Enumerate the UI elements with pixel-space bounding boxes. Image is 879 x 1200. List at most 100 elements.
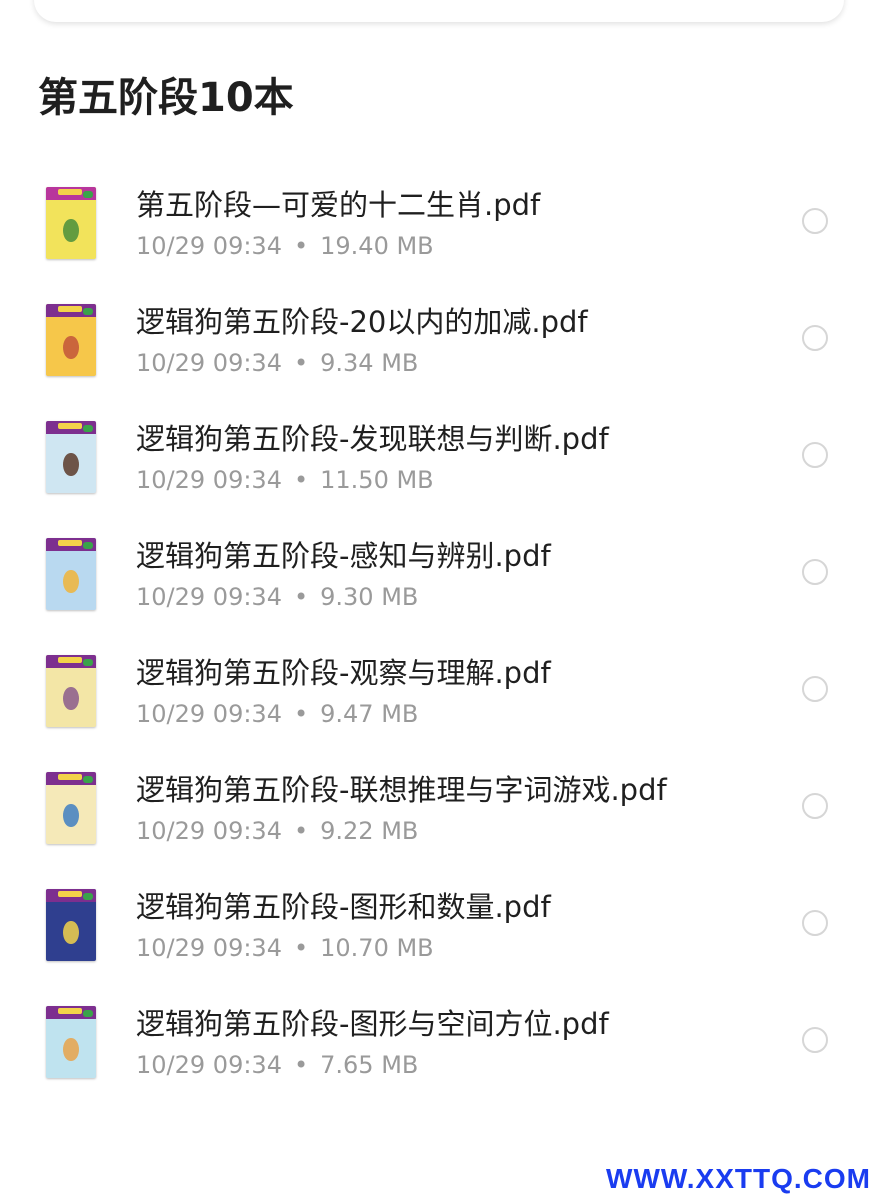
- pdf-thumbnail-icon: [46, 421, 96, 493]
- cover-logo: [58, 774, 82, 780]
- cover-art: [52, 324, 90, 370]
- file-size: 11.50 MB: [320, 466, 434, 494]
- cover-badge: [83, 308, 93, 315]
- file-date: 10/29 09:34: [136, 934, 282, 962]
- cover-art-figure: [63, 452, 79, 476]
- section-title: 第五阶段10本: [38, 75, 294, 121]
- file-row[interactable]: 逻辑狗第五阶段-发现联想与判断.pdf 10/29 09:34 • 11.50 MB: [0, 399, 879, 516]
- file-meta: 10/29 09:34 • 10.70 MB: [136, 931, 434, 965]
- meta-separator: •: [293, 349, 309, 377]
- cover-art: [52, 207, 90, 253]
- file-size: 7.65 MB: [320, 1051, 419, 1079]
- file-meta: 10/29 09:34 • 9.47 MB: [136, 697, 418, 731]
- file-date: 10/29 09:34: [136, 817, 282, 845]
- cover-art: [52, 675, 90, 721]
- cover-logo: [58, 306, 82, 312]
- file-meta: 10/29 09:34 • 9.34 MB: [136, 346, 418, 380]
- cover-badge: [83, 659, 93, 666]
- meta-separator: •: [293, 583, 309, 611]
- file-date: 10/29 09:34: [136, 1051, 282, 1079]
- pdf-thumbnail-icon: [46, 538, 96, 610]
- file-list: 第五阶段—可爱的十二生肖.pdf 10/29 09:34 • 19.40 MB 逻辑…: [0, 165, 879, 1101]
- select-radio[interactable]: [802, 1027, 828, 1053]
- file-row[interactable]: 逻辑狗第五阶段-20以内的加减.pdf 10/29 09:34 • 9.34 MB: [0, 282, 879, 399]
- cover-badge: [83, 776, 93, 783]
- file-row[interactable]: 第五阶段—可爱的十二生肖.pdf 10/29 09:34 • 19.40 MB: [0, 165, 879, 282]
- cover-art: [52, 1026, 90, 1072]
- cover-art-figure: [63, 569, 79, 593]
- select-radio[interactable]: [802, 208, 828, 234]
- pdf-thumbnail-icon: [46, 889, 96, 961]
- file-date: 10/29 09:34: [136, 583, 282, 611]
- file-date: 10/29 09:34: [136, 466, 282, 494]
- cover-logo: [58, 423, 82, 429]
- cover-badge: [83, 893, 93, 900]
- cover-logo: [58, 540, 82, 546]
- cover-badge: [83, 191, 93, 198]
- select-radio[interactable]: [802, 910, 828, 936]
- file-size: 9.30 MB: [320, 583, 419, 611]
- file-date: 10/29 09:34: [136, 232, 282, 260]
- select-radio[interactable]: [802, 793, 828, 819]
- file-size: 9.47 MB: [320, 700, 419, 728]
- cover-logo: [58, 1008, 82, 1014]
- file-meta: 10/29 09:34 • 19.40 MB: [136, 229, 434, 263]
- cover-logo: [58, 657, 82, 663]
- file-meta: 10/29 09:34 • 9.30 MB: [136, 580, 418, 614]
- file-name: 逻辑狗第五阶段-观察与理解.pdf: [136, 656, 551, 690]
- pdf-thumbnail-icon: [46, 1006, 96, 1078]
- cover-badge: [83, 542, 93, 549]
- cover-badge: [83, 425, 93, 432]
- meta-separator: •: [293, 700, 309, 728]
- file-row[interactable]: 逻辑狗第五阶段-图形和数量.pdf 10/29 09:34 • 10.70 MB: [0, 867, 879, 984]
- meta-separator: •: [293, 232, 309, 260]
- file-name: 逻辑狗第五阶段-发现联想与判断.pdf: [136, 422, 609, 456]
- file-row[interactable]: 逻辑狗第五阶段-感知与辨别.pdf 10/29 09:34 • 9.30 MB: [0, 516, 879, 633]
- file-name: 逻辑狗第五阶段-图形与空间方位.pdf: [136, 1007, 609, 1041]
- file-name: 逻辑狗第五阶段-图形和数量.pdf: [136, 890, 551, 924]
- file-row[interactable]: 逻辑狗第五阶段-联想推理与字词游戏.pdf 10/29 09:34 • 9.22 M…: [0, 750, 879, 867]
- cover-art-figure: [63, 803, 79, 827]
- watermark-text: WWW.XXTTQ.COM: [606, 1163, 871, 1194]
- file-meta: 10/29 09:34 • 7.65 MB: [136, 1048, 418, 1082]
- select-radio[interactable]: [802, 325, 828, 351]
- file-size: 9.34 MB: [320, 349, 419, 377]
- cover-art-figure: [63, 686, 79, 710]
- file-date: 10/29 09:34: [136, 349, 282, 377]
- cover-art-figure: [63, 335, 79, 359]
- meta-separator: •: [293, 934, 309, 962]
- pdf-thumbnail-icon: [46, 655, 96, 727]
- cover-badge: [83, 1010, 93, 1017]
- select-radio[interactable]: [802, 442, 828, 468]
- cover-art: [52, 792, 90, 838]
- search-card[interactable]: [34, 0, 844, 22]
- file-meta: 10/29 09:34 • 11.50 MB: [136, 463, 434, 497]
- cover-art: [52, 558, 90, 604]
- file-name: 逻辑狗第五阶段-20以内的加减.pdf: [136, 305, 588, 339]
- file-size: 19.40 MB: [320, 232, 434, 260]
- file-date: 10/29 09:34: [136, 700, 282, 728]
- file-list-page: 第五阶段10本 第五阶段—可爱的十二生肖.pdf 10/29 09:34 • 19.…: [0, 0, 879, 1200]
- meta-separator: •: [293, 466, 309, 494]
- file-row[interactable]: 逻辑狗第五阶段-观察与理解.pdf 10/29 09:34 • 9.47 MB: [0, 633, 879, 750]
- cover-art: [52, 909, 90, 955]
- cover-art-figure: [63, 920, 79, 944]
- pdf-thumbnail-icon: [46, 187, 96, 259]
- cover-logo: [58, 189, 82, 195]
- file-row[interactable]: 逻辑狗第五阶段-图形与空间方位.pdf 10/29 09:34 • 7.65 MB: [0, 984, 879, 1101]
- file-size: 9.22 MB: [320, 817, 419, 845]
- pdf-thumbnail-icon: [46, 304, 96, 376]
- file-name: 逻辑狗第五阶段-联想推理与字词游戏.pdf: [136, 773, 667, 807]
- cover-art: [52, 441, 90, 487]
- select-radio[interactable]: [802, 559, 828, 585]
- cover-logo: [58, 891, 82, 897]
- file-meta: 10/29 09:34 • 9.22 MB: [136, 814, 418, 848]
- file-name: 第五阶段—可爱的十二生肖.pdf: [136, 188, 541, 222]
- cover-art-figure: [63, 218, 79, 242]
- file-size: 10.70 MB: [320, 934, 434, 962]
- meta-separator: •: [293, 1051, 309, 1079]
- pdf-thumbnail-icon: [46, 772, 96, 844]
- meta-separator: •: [293, 817, 309, 845]
- file-name: 逻辑狗第五阶段-感知与辨别.pdf: [136, 539, 551, 573]
- select-radio[interactable]: [802, 676, 828, 702]
